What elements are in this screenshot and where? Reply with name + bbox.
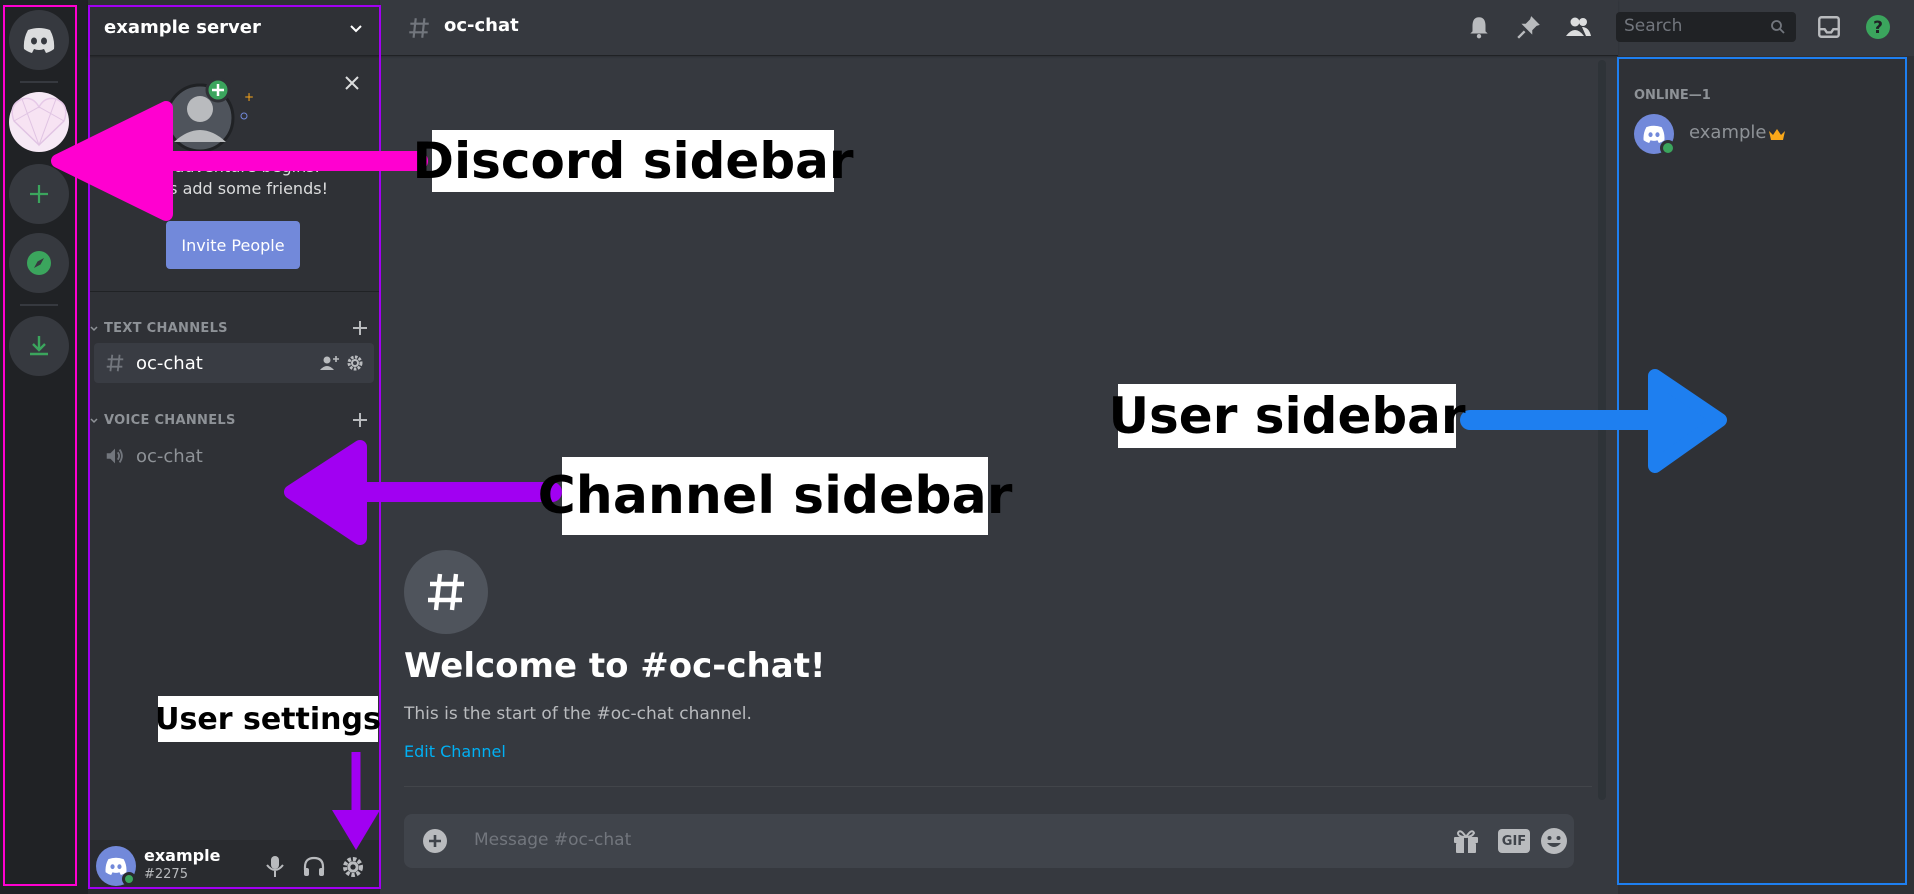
invite-text-line1: An adventure begins. bbox=[148, 157, 320, 176]
svg-text:?: ? bbox=[1873, 18, 1883, 38]
member-item[interactable]: example bbox=[1634, 114, 1898, 158]
chevron-down-icon bbox=[350, 24, 362, 32]
add-server-button[interactable] bbox=[9, 164, 69, 224]
server-icon-example[interactable] bbox=[9, 92, 69, 152]
channel-item-oc-chat-text[interactable]: oc-chat bbox=[94, 343, 374, 383]
annotation-user-sidebar: User sidebar bbox=[1108, 384, 1466, 448]
hashtag-icon bbox=[106, 354, 124, 372]
invite-member-icon[interactable] bbox=[320, 354, 340, 372]
upload-plus-icon[interactable] bbox=[422, 828, 448, 854]
user-name: example bbox=[144, 846, 221, 865]
heart-icon bbox=[11, 97, 67, 147]
help-icon[interactable]: ? bbox=[1864, 13, 1892, 41]
channel-item-oc-chat-voice[interactable]: oc-chat bbox=[94, 436, 374, 476]
pin-icon[interactable] bbox=[1516, 14, 1542, 40]
chevron-down-icon bbox=[90, 418, 98, 424]
search-icon bbox=[1771, 20, 1785, 34]
channel-title: oc-chat bbox=[444, 15, 519, 36]
user-settings-gear-icon[interactable] bbox=[341, 855, 365, 879]
emoji-icon[interactable] bbox=[1540, 827, 1568, 855]
close-icon[interactable] bbox=[342, 73, 362, 93]
rail-separator bbox=[20, 81, 58, 83]
message-scrollbar[interactable] bbox=[1598, 60, 1606, 800]
invite-description: An adventure begins. Let's add some frie… bbox=[88, 156, 380, 200]
search-placeholder: Search bbox=[1624, 16, 1683, 36]
category-text-channels[interactable]: TEXT CHANNELS bbox=[88, 316, 380, 340]
plus-icon bbox=[30, 185, 48, 203]
discord-logo-icon bbox=[1643, 125, 1665, 143]
owner-crown-icon bbox=[1769, 129, 1785, 140]
search-input[interactable]: Search bbox=[1616, 12, 1796, 42]
create-channel-plus-icon[interactable] bbox=[352, 412, 368, 428]
channel-name: oc-chat bbox=[136, 352, 203, 374]
server-name: example server bbox=[104, 17, 261, 38]
download-icon bbox=[30, 336, 48, 356]
svg-text:::: :: bbox=[154, 122, 162, 136]
hashtag-icon bbox=[428, 573, 464, 611]
member-list-icon[interactable] bbox=[1564, 14, 1592, 40]
gif-button[interactable]: GIF bbox=[1498, 829, 1530, 853]
bell-icon[interactable] bbox=[1466, 14, 1492, 40]
member-list: ONLINE—1 example bbox=[1618, 56, 1914, 894]
edit-channel-link[interactable]: Edit Channel bbox=[404, 742, 506, 761]
invite-people-button[interactable]: Invite People bbox=[166, 221, 300, 269]
speaker-icon bbox=[106, 448, 123, 464]
invite-text-line2: Let's add some friends! bbox=[140, 179, 328, 198]
category-label: VOICE CHANNELS bbox=[104, 412, 236, 428]
user-tag: #2275 bbox=[144, 867, 188, 882]
microphone-icon[interactable] bbox=[265, 855, 285, 879]
home-button[interactable] bbox=[9, 10, 69, 70]
server-header[interactable]: example server bbox=[88, 0, 380, 56]
invite-card: :: + An adventure begins. Let's add some… bbox=[88, 56, 380, 292]
add-friend-illustration-icon: :: + bbox=[145, 78, 254, 153]
annotation-discord-sidebar: Discord sidebar bbox=[412, 130, 854, 192]
member-group-label: ONLINE—1 bbox=[1634, 88, 1711, 103]
inbox-icon[interactable] bbox=[1816, 14, 1842, 40]
discord-logo-icon bbox=[23, 28, 55, 53]
gear-icon[interactable] bbox=[346, 354, 364, 372]
welcome-subtitle: This is the start of the #oc-chat channe… bbox=[404, 704, 752, 724]
server-rail bbox=[0, 0, 88, 894]
welcome-title: Welcome to #oc-chat! bbox=[404, 646, 826, 686]
svg-text:+: + bbox=[244, 90, 254, 104]
message-placeholder: Message #oc-chat bbox=[474, 830, 632, 850]
online-status-dot bbox=[1660, 140, 1676, 156]
annotation-user-settings: User settings bbox=[155, 696, 381, 742]
explore-servers-button[interactable] bbox=[9, 233, 69, 293]
create-channel-plus-icon[interactable] bbox=[352, 320, 368, 336]
member-name: example bbox=[1689, 122, 1767, 143]
compass-icon bbox=[27, 251, 51, 275]
user-panel: example #2275 bbox=[88, 840, 380, 894]
hashtag-icon bbox=[409, 18, 429, 38]
channel-welcome-avatar bbox=[404, 550, 488, 634]
download-apps-button[interactable] bbox=[9, 316, 69, 376]
chevron-down-icon bbox=[90, 326, 98, 332]
gift-icon[interactable] bbox=[1452, 828, 1480, 854]
category-voice-channels[interactable]: VOICE CHANNELS bbox=[88, 408, 380, 432]
online-status-dot bbox=[122, 872, 136, 886]
rail-separator bbox=[20, 304, 58, 306]
headphones-icon[interactable] bbox=[302, 855, 326, 879]
message-composer[interactable]: Message #oc-chat GIF bbox=[404, 814, 1574, 868]
channel-header: oc-chat Search ? bbox=[380, 0, 1890, 56]
category-label: TEXT CHANNELS bbox=[104, 320, 228, 336]
annotation-channel-sidebar: Channel sidebar bbox=[538, 457, 1012, 535]
channel-sidebar: example server :: + An adventure begins.… bbox=[88, 0, 380, 894]
divider bbox=[404, 786, 1592, 787]
channel-name: oc-chat bbox=[136, 445, 203, 467]
